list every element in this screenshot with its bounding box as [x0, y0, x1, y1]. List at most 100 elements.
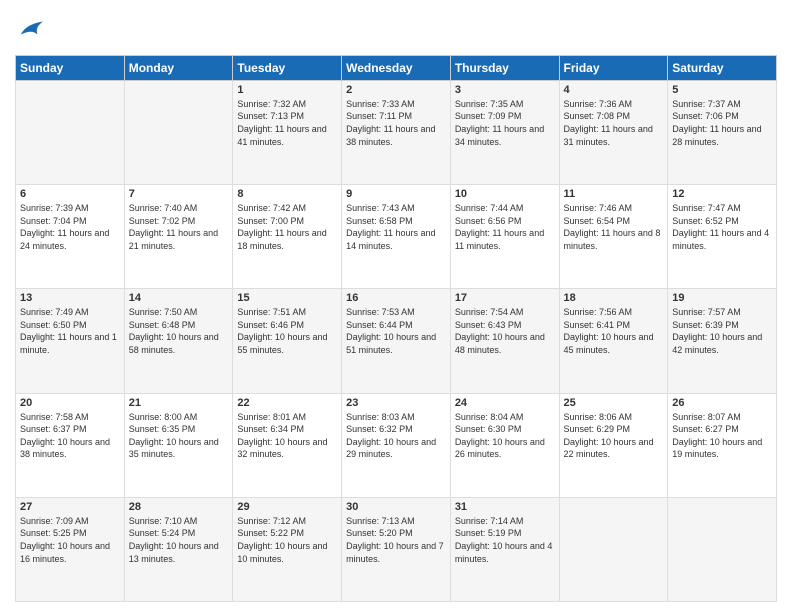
day-info: Sunrise: 7:53 AM Sunset: 6:44 PM Dayligh…	[346, 306, 446, 356]
day-info: Sunrise: 7:44 AM Sunset: 6:56 PM Dayligh…	[455, 202, 555, 252]
day-info: Sunrise: 7:50 AM Sunset: 6:48 PM Dayligh…	[129, 306, 229, 356]
day-number: 25	[564, 397, 664, 409]
calendar-table: SundayMondayTuesdayWednesdayThursdayFrid…	[15, 55, 777, 602]
day-number: 21	[129, 397, 229, 409]
day-info: Sunrise: 7:49 AM Sunset: 6:50 PM Dayligh…	[20, 306, 120, 356]
day-number: 30	[346, 501, 446, 513]
day-header-monday: Monday	[124, 55, 233, 80]
calendar-week-row: 27 Sunrise: 7:09 AM Sunset: 5:25 PM Dayli…	[16, 497, 777, 601]
calendar-cell: 26 Sunrise: 8:07 AM Sunset: 6:27 PM Dayli…	[668, 393, 777, 497]
day-header-sunday: Sunday	[16, 55, 125, 80]
calendar-cell: 2Sunrise: 7:33 AM Sunset: 7:11 PM Daylig…	[342, 80, 451, 184]
day-number: 12	[672, 188, 772, 200]
calendar-cell: 24 Sunrise: 8:04 AM Sunset: 6:30 PM Dayli…	[450, 393, 559, 497]
calendar-cell: 10 Sunrise: 7:44 AM Sunset: 6:56 PM Dayli…	[450, 185, 559, 289]
calendar-cell: 13 Sunrise: 7:49 AM Sunset: 6:50 PM Dayli…	[16, 289, 125, 393]
day-info: Sunrise: 8:01 AM Sunset: 6:34 PM Dayligh…	[237, 411, 337, 461]
calendar-week-row: 1 Sunrise: 7:32 AM Sunset: 7:13 PM Daylig…	[16, 80, 777, 184]
calendar-cell: 28 Sunrise: 7:10 AM Sunset: 5:24 PM Dayli…	[124, 497, 233, 601]
page: SundayMondayTuesdayWednesdayThursdayFrid…	[0, 0, 792, 612]
calendar-cell: 7 Sunrise: 7:40 AM Sunset: 7:02 PM Daylig…	[124, 185, 233, 289]
calendar-cell: 8 Sunrise: 7:42 AM Sunset: 7:00 PM Daylig…	[233, 185, 342, 289]
day-number: 9	[346, 188, 446, 200]
day-number: 20	[20, 397, 120, 409]
day-number: 31	[455, 501, 555, 513]
day-info: Sunrise: 8:04 AM Sunset: 6:30 PM Dayligh…	[455, 411, 555, 461]
day-number: 10	[455, 188, 555, 200]
calendar-cell: 9 Sunrise: 7:43 AM Sunset: 6:58 PM Daylig…	[342, 185, 451, 289]
calendar-cell	[668, 497, 777, 601]
day-info: Sunrise: 7:32 AM Sunset: 7:13 PM Dayligh…	[237, 98, 337, 148]
calendar-header-row: SundayMondayTuesdayWednesdayThursdayFrid…	[16, 55, 777, 80]
calendar-cell: 3Sunrise: 7:35 AM Sunset: 7:09 PM Daylig…	[450, 80, 559, 184]
calendar-cell: 20 Sunrise: 7:58 AM Sunset: 6:37 PM Dayli…	[16, 393, 125, 497]
day-number: 17	[455, 292, 555, 304]
calendar-week-row: 20 Sunrise: 7:58 AM Sunset: 6:37 PM Dayli…	[16, 393, 777, 497]
day-info: Sunrise: 7:13 AM Sunset: 5:20 PM Dayligh…	[346, 515, 446, 565]
calendar-cell: 29Sunrise: 7:12 AM Sunset: 5:22 PM Dayli…	[233, 497, 342, 601]
logo-text	[15, 14, 45, 47]
day-info: Sunrise: 7:35 AM Sunset: 7:09 PM Dayligh…	[455, 98, 555, 148]
day-number: 29	[237, 501, 337, 513]
day-header-tuesday: Tuesday	[233, 55, 342, 80]
day-info: Sunrise: 7:37 AM Sunset: 7:06 PM Dayligh…	[672, 98, 772, 148]
day-number: 24	[455, 397, 555, 409]
calendar-cell: 17Sunrise: 7:54 AM Sunset: 6:43 PM Dayli…	[450, 289, 559, 393]
day-number: 14	[129, 292, 229, 304]
day-number: 19	[672, 292, 772, 304]
calendar-cell: 21 Sunrise: 8:00 AM Sunset: 6:35 PM Dayli…	[124, 393, 233, 497]
day-number: 15	[237, 292, 337, 304]
day-number: 26	[672, 397, 772, 409]
day-number: 2	[346, 84, 446, 96]
day-number: 5	[672, 84, 772, 96]
day-info: Sunrise: 8:03 AM Sunset: 6:32 PM Dayligh…	[346, 411, 446, 461]
day-info: Sunrise: 7:09 AM Sunset: 5:25 PM Dayligh…	[20, 515, 120, 565]
day-info: Sunrise: 7:42 AM Sunset: 7:00 PM Dayligh…	[237, 202, 337, 252]
day-number: 1	[237, 84, 337, 96]
calendar-cell: 15 Sunrise: 7:51 AM Sunset: 6:46 PM Dayli…	[233, 289, 342, 393]
calendar-cell: 14 Sunrise: 7:50 AM Sunset: 6:48 PM Dayli…	[124, 289, 233, 393]
calendar-cell: 5 Sunrise: 7:37 AM Sunset: 7:06 PM Daylig…	[668, 80, 777, 184]
calendar-cell: 30 Sunrise: 7:13 AM Sunset: 5:20 PM Dayli…	[342, 497, 451, 601]
day-info: Sunrise: 7:51 AM Sunset: 6:46 PM Dayligh…	[237, 306, 337, 356]
day-number: 16	[346, 292, 446, 304]
day-info: Sunrise: 7:57 AM Sunset: 6:39 PM Dayligh…	[672, 306, 772, 356]
day-info: Sunrise: 7:40 AM Sunset: 7:02 PM Dayligh…	[129, 202, 229, 252]
day-number: 13	[20, 292, 120, 304]
day-info: Sunrise: 7:36 AM Sunset: 7:08 PM Dayligh…	[564, 98, 664, 148]
day-info: Sunrise: 7:56 AM Sunset: 6:41 PM Dayligh…	[564, 306, 664, 356]
day-header-thursday: Thursday	[450, 55, 559, 80]
calendar-cell: 18 Sunrise: 7:56 AM Sunset: 6:41 PM Dayli…	[559, 289, 668, 393]
day-number: 8	[237, 188, 337, 200]
day-number: 28	[129, 501, 229, 513]
day-info: Sunrise: 7:14 AM Sunset: 5:19 PM Dayligh…	[455, 515, 555, 565]
calendar-cell: 4 Sunrise: 7:36 AM Sunset: 7:08 PM Daylig…	[559, 80, 668, 184]
day-info: Sunrise: 7:43 AM Sunset: 6:58 PM Dayligh…	[346, 202, 446, 252]
day-info: Sunrise: 8:06 AM Sunset: 6:29 PM Dayligh…	[564, 411, 664, 461]
calendar-cell	[124, 80, 233, 184]
logo-bird-icon	[17, 14, 45, 42]
day-info: Sunrise: 7:10 AM Sunset: 5:24 PM Dayligh…	[129, 515, 229, 565]
calendar-cell: 12Sunrise: 7:47 AM Sunset: 6:52 PM Dayli…	[668, 185, 777, 289]
day-header-saturday: Saturday	[668, 55, 777, 80]
day-number: 18	[564, 292, 664, 304]
calendar-cell: 6Sunrise: 7:39 AM Sunset: 7:04 PM Daylig…	[16, 185, 125, 289]
calendar-cell: 27 Sunrise: 7:09 AM Sunset: 5:25 PM Dayli…	[16, 497, 125, 601]
calendar-cell: 1 Sunrise: 7:32 AM Sunset: 7:13 PM Daylig…	[233, 80, 342, 184]
day-info: Sunrise: 7:46 AM Sunset: 6:54 PM Dayligh…	[564, 202, 664, 252]
day-info: Sunrise: 7:39 AM Sunset: 7:04 PM Dayligh…	[20, 202, 120, 252]
calendar-cell	[559, 497, 668, 601]
day-info: Sunrise: 7:58 AM Sunset: 6:37 PM Dayligh…	[20, 411, 120, 461]
logo	[15, 14, 45, 47]
day-number: 7	[129, 188, 229, 200]
header	[15, 10, 777, 47]
day-number: 27	[20, 501, 120, 513]
day-header-friday: Friday	[559, 55, 668, 80]
day-info: Sunrise: 8:00 AM Sunset: 6:35 PM Dayligh…	[129, 411, 229, 461]
day-info: Sunrise: 8:07 AM Sunset: 6:27 PM Dayligh…	[672, 411, 772, 461]
day-number: 22	[237, 397, 337, 409]
day-number: 23	[346, 397, 446, 409]
calendar-cell: 22 Sunrise: 8:01 AM Sunset: 6:34 PM Dayli…	[233, 393, 342, 497]
day-number: 4	[564, 84, 664, 96]
calendar-cell: 19 Sunrise: 7:57 AM Sunset: 6:39 PM Dayli…	[668, 289, 777, 393]
